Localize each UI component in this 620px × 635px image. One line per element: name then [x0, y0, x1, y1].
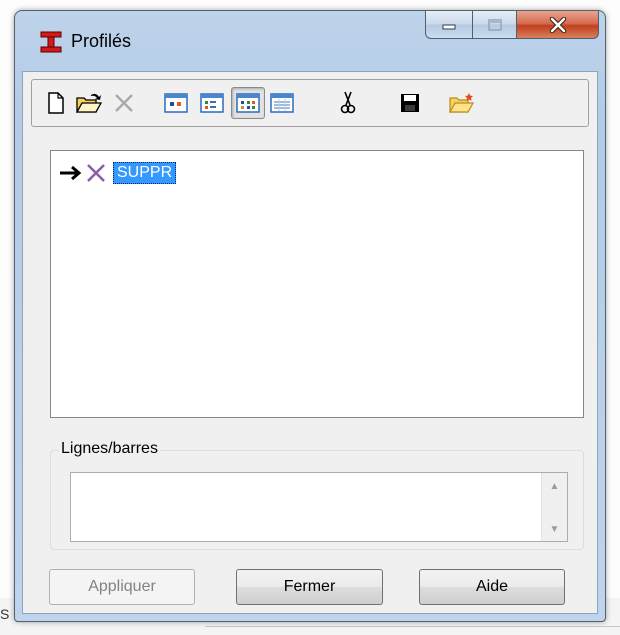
view-list-icon [236, 93, 260, 113]
window-title: Profilés [71, 31, 132, 51]
cut-scissors-icon [340, 91, 356, 114]
scroll-up-icon[interactable]: ▲ [542, 481, 567, 492]
maximize-button[interactable] [473, 11, 517, 39]
toolbar-details-view-button[interactable] [268, 89, 296, 117]
i-beam-profile-icon [40, 31, 62, 53]
arrow-right-icon [60, 165, 82, 181]
view-small-icons-icon [200, 93, 224, 113]
close-icon [549, 16, 566, 33]
toolbar-open-button[interactable] [75, 89, 103, 117]
toolbar-list-view-button[interactable] [231, 87, 265, 119]
toolbar-cut-button[interactable] [334, 89, 362, 117]
toolbar-large-icons-button[interactable] [162, 89, 190, 117]
new-document-icon [48, 92, 64, 114]
vertical-scrollbar[interactable]: ▲ ▼ [541, 473, 567, 541]
lines-bars-field[interactable]: ▲ ▼ [70, 472, 568, 542]
profiles-dialog: Profilés SUPPR Lignes/barres ▲ ▼ Appliqu… [14, 10, 606, 622]
toolbar-small-icons-button[interactable] [198, 89, 226, 117]
view-details-icon [270, 93, 294, 113]
view-large-icons-icon [164, 93, 188, 113]
close-button[interactable]: Fermer [236, 569, 383, 605]
scroll-down-icon[interactable]: ▼ [542, 524, 567, 535]
caption-buttons [425, 11, 599, 43]
group-legend: Lignes/barres [59, 440, 160, 458]
minimize-button[interactable] [425, 11, 473, 39]
close-window-button[interactable] [517, 11, 599, 39]
profiles-tree[interactable]: SUPPR [50, 150, 584, 418]
tree-item[interactable]: SUPPR [59, 161, 177, 185]
toolbar-open-special-button[interactable] [448, 89, 476, 117]
delete-x-icon [115, 94, 133, 112]
toolbar-delete-button[interactable] [110, 89, 138, 117]
tree-item-label: SUPPR [113, 162, 177, 184]
background-divider [205, 626, 620, 627]
open-star-folder-icon [449, 93, 475, 113]
help-button[interactable]: Aide [419, 569, 565, 605]
delete-cross-icon [87, 164, 105, 182]
title-bar[interactable]: Profilés [15, 11, 605, 73]
save-disk-icon [401, 94, 419, 112]
toolbar-save-button[interactable] [396, 89, 424, 117]
maximize-icon [487, 18, 502, 31]
toolbar-new-button[interactable] [42, 89, 70, 117]
toolbar [31, 79, 589, 127]
dialog-client-area: SUPPR Lignes/barres ▲ ▼ Appliquer Fermer… [22, 71, 598, 614]
open-folder-icon [76, 93, 102, 113]
minimize-icon [442, 24, 456, 29]
apply-button[interactable]: Appliquer [49, 569, 195, 605]
